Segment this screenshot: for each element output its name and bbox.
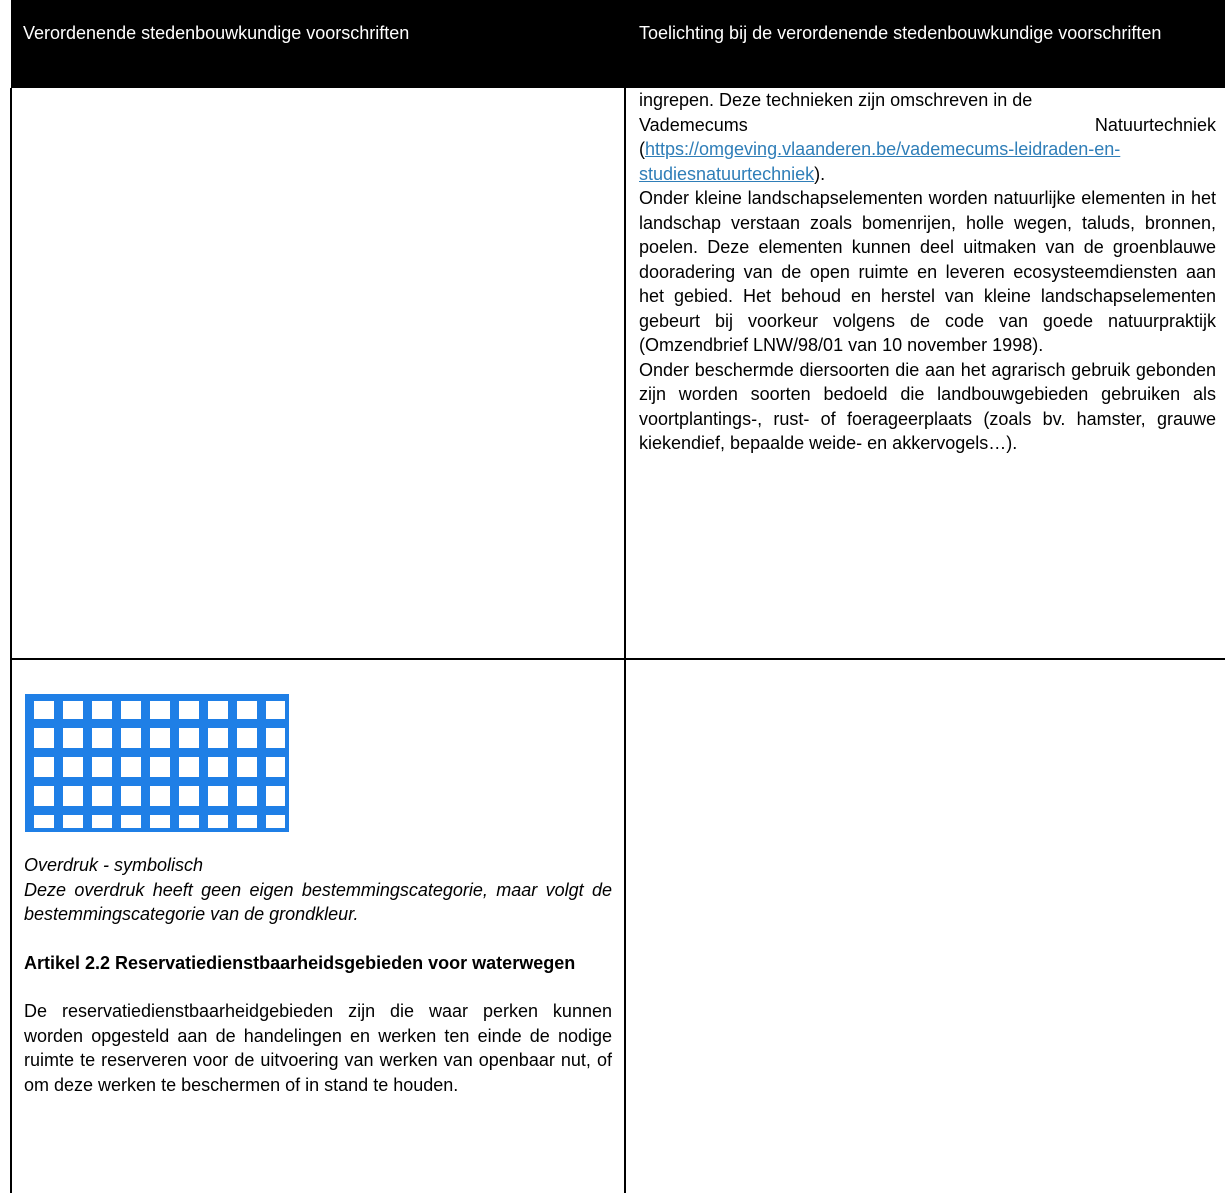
voorschriften-table: Verordenende stedenbouwkundige voorschri… [10, 0, 1225, 1193]
empty-voorschrift-cell [10, 88, 626, 660]
artikel-heading: Artikel 2.2 Reservatiedienstbaarheidsgeb… [24, 952, 576, 973]
natuurtechniek-word: Natuurtechniek [1094, 114, 1216, 135]
toelichting-paragraph-1: ingrepen. Deze technieken zijn omschreve… [639, 88, 1216, 186]
artikel-cell: Overdruk - symbolisch Deze overdruk heef… [10, 659, 626, 1193]
vademecums-word: Vademecums [639, 114, 748, 135]
header-toelichting: Toelichting bij de verordenende stedenbo… [625, 0, 1225, 88]
table-row: Overdruk - symbolisch Deze overdruk heef… [10, 659, 1225, 1193]
overdruk-caption-title: Overdruk - symbolisch [24, 855, 204, 875]
empty-toelichting-cell [624, 659, 1225, 1193]
artikel-body: De reservatiedienstbaarheidgebieden zijn… [24, 1001, 612, 1095]
table-row: ingrepen. Deze technieken zijn omschreve… [10, 88, 1225, 660]
toelichting-paragraph-2: Onder kleine landschapselementen worden … [639, 188, 1216, 355]
toelichting-p1-text: ingrepen. Deze technieken zijn omschreve… [639, 90, 1033, 110]
header-verordenende: Verordenende stedenbouwkundige voorschri… [11, 0, 625, 88]
document-page: Verordenende stedenbouwkundige voorschri… [0, 0, 1225, 1193]
close-paren: ). [814, 163, 826, 184]
blue-grid-overdruk-icon [25, 694, 289, 832]
toelichting-cell: ingrepen. Deze technieken zijn omschreve… [624, 88, 1225, 660]
vademecums-link[interactable]: https://omgeving.vlaanderen.be/vademecum… [639, 139, 1120, 184]
vademecums-line: Vademecums Natuurtechniek [639, 113, 1216, 138]
toelichting-paragraph-3: Onder beschermde diersoorten die aan het… [639, 359, 1216, 454]
overdruk-caption-text: Deze overdruk heeft geen eigen bestemmin… [24, 879, 612, 925]
table-header-row: Verordenende stedenbouwkundige voorschri… [11, 0, 1225, 88]
